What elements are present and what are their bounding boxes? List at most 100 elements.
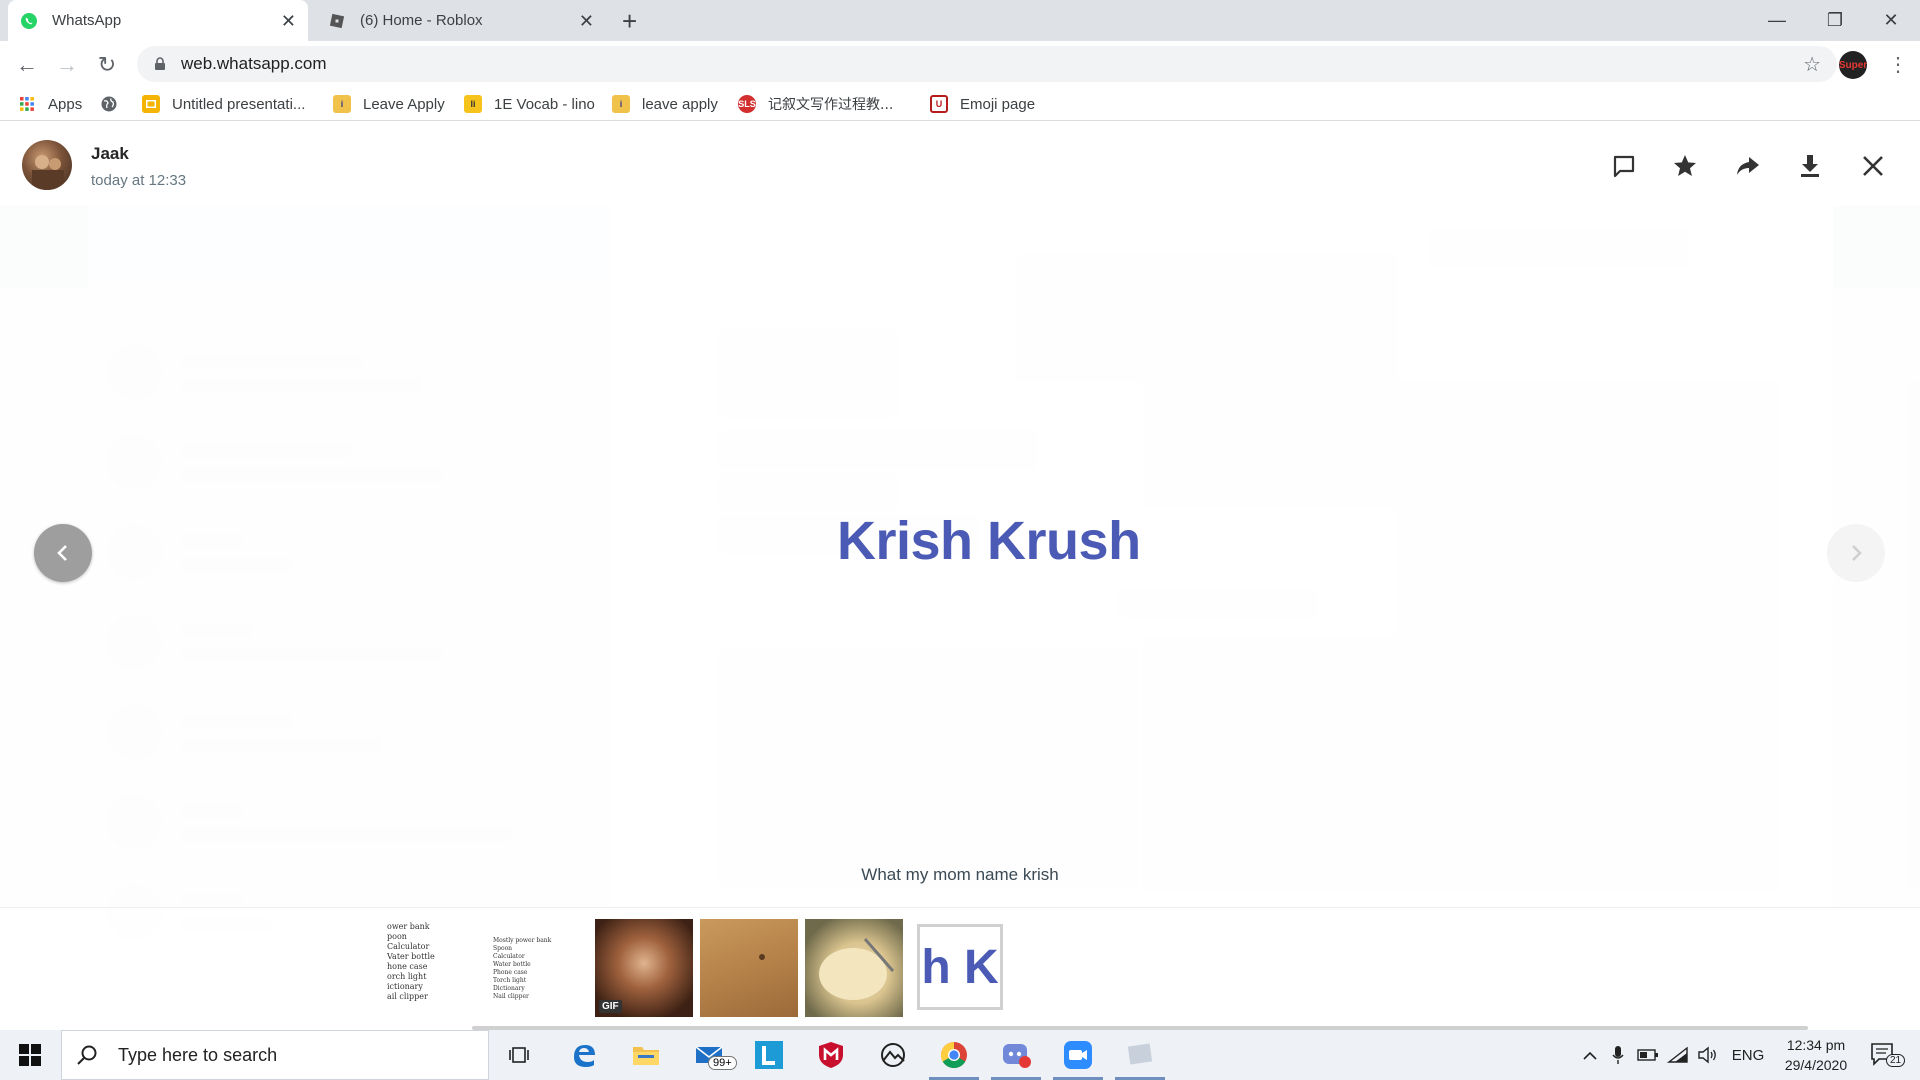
chrome-menu-icon[interactable]: ⋮ (1888, 52, 1908, 77)
zoom-icon[interactable] (1049, 1030, 1107, 1080)
show-hidden-icons-chevron-icon[interactable] (1578, 1030, 1602, 1080)
back-button[interactable]: ← (12, 50, 42, 80)
address-bar[interactable]: web.whatsapp.com ☆ (137, 46, 1837, 82)
bookmark-leave-apply-2[interactable]: i leave apply (612, 93, 718, 115)
thumbnail-document[interactable]: ower bank poon Calculator Vater bottle h… (384, 919, 482, 1017)
close-tab-icon[interactable]: ✕ (579, 11, 594, 32)
browser-tab-strip: WhatsApp ✕ (6) Home - Roblox ✕ + — ❐ ✕ (0, 0, 1920, 41)
chrome-icon[interactable] (925, 1030, 983, 1080)
profile-avatar[interactable]: Super (1839, 51, 1867, 79)
lino-icon: li (464, 95, 482, 113)
thumbnail-photo[interactable] (805, 919, 903, 1017)
media-caption: What my mom name krish (861, 865, 1059, 884)
bookmark-writing-course[interactable]: SLS 记叙文写作过程教... (738, 93, 893, 115)
bookmark-globe[interactable] (100, 93, 130, 115)
sender-avatar[interactable] (22, 140, 72, 190)
bookmark-apps[interactable]: Apps (18, 93, 82, 115)
sls-icon: SLS (738, 95, 756, 113)
roblox-app-icon[interactable] (1111, 1030, 1169, 1080)
bookmark-star-icon[interactable]: ☆ (1803, 52, 1821, 77)
maximize-button[interactable]: ❐ (1806, 0, 1864, 41)
action-center-icon[interactable]: 21 (1868, 1040, 1906, 1070)
microphone-icon[interactable] (1606, 1030, 1630, 1080)
close-icon[interactable] (1853, 146, 1893, 186)
start-button[interactable] (0, 1030, 60, 1080)
roblox-icon (328, 12, 346, 30)
thumbnail-text: Nail clipper (493, 993, 529, 1000)
thumbnail-text: ail clipper (387, 992, 428, 1001)
thumbnail-text: orch light (387, 972, 427, 981)
sender-name: Jaak (91, 144, 129, 163)
next-media-button[interactable] (1827, 524, 1885, 582)
wifi-icon[interactable] (1665, 1030, 1691, 1080)
thumbnail-photo[interactable] (700, 919, 798, 1017)
input-language[interactable]: ENG (1728, 1030, 1768, 1080)
edge-icon[interactable] (555, 1030, 613, 1080)
thumbnail-text: Vater bottle (387, 952, 435, 961)
thumbnail-text: Phone case (493, 969, 528, 976)
thumbnail-text: Mostly power bank (493, 937, 552, 944)
forward-button[interactable]: → (52, 50, 82, 80)
folder-info-icon: i (333, 95, 351, 113)
thumbnail-text: Water bottle (493, 961, 531, 968)
bookmark-label: Leave Apply (363, 95, 445, 113)
tab-title: (6) Home - Roblox (360, 12, 483, 29)
close-tab-icon[interactable]: ✕ (281, 11, 296, 32)
bookmark-untitled-presentation[interactable]: Untitled presentati... (142, 93, 305, 115)
tab-roblox[interactable]: (6) Home - Roblox ✕ (316, 0, 606, 41)
mail-icon[interactable]: 99+ (680, 1030, 738, 1080)
reply-icon[interactable] (1604, 146, 1644, 186)
bookmark-label: leave apply (642, 95, 718, 113)
bookmark-label: 记叙文写作过程教... (768, 97, 894, 113)
emoji-page-icon: U (930, 95, 948, 113)
minimize-button[interactable]: — (1748, 0, 1806, 41)
bookmark-leave-apply[interactable]: i Leave Apply (333, 93, 445, 115)
reload-button[interactable]: ↻ (92, 50, 122, 80)
thumbnail-text: Torch light (493, 977, 527, 984)
battery-icon[interactable] (1636, 1030, 1660, 1080)
bookmark-label: 1E Vocab - lino (494, 95, 595, 113)
lino-app-icon[interactable] (740, 1030, 798, 1080)
thumbnail-text: Dictionary (493, 985, 525, 992)
thumbnail-gif[interactable]: GIF (595, 919, 693, 1017)
tab-whatsapp[interactable]: WhatsApp ✕ (8, 0, 308, 41)
bookmark-label: Emoji page (960, 95, 1036, 113)
slides-icon (142, 95, 160, 113)
close-window-button[interactable]: ✕ (1862, 0, 1920, 41)
apps-grid-icon (18, 95, 36, 113)
task-view-icon[interactable] (490, 1030, 548, 1080)
volume-icon[interactable] (1695, 1030, 1721, 1080)
new-tab-button[interactable]: + (622, 6, 637, 37)
thumbnail-document[interactable]: Mostly power bank Spoon Calculator Water… (490, 919, 588, 1017)
bookmark-label: Apps (48, 95, 83, 113)
download-icon[interactable] (1790, 146, 1830, 186)
message-timestamp: today at 12:33 (91, 172, 187, 189)
media-viewer-overlay (0, 128, 1920, 1028)
thumbnail-text: Calculator (387, 942, 430, 951)
system-clock[interactable]: 12:34 pm 29/4/2020 (1766, 1035, 1866, 1075)
thumbnail-text: ower bank (387, 922, 430, 931)
windows-icon (19, 1044, 41, 1066)
mcafee-icon[interactable] (802, 1030, 860, 1080)
photos-app-icon[interactable] (864, 1030, 922, 1080)
thumbnail-text: hone case (387, 962, 428, 971)
media-thumbnail-strip: ower bank poon Calculator Vater bottle h… (0, 907, 1920, 1028)
whatsapp-icon (20, 12, 38, 30)
thumbnail-text: ictionary (387, 982, 423, 991)
mail-unread-badge: 99+ (708, 1056, 737, 1070)
previous-media-button[interactable] (34, 524, 92, 582)
media-viewer-header: Jaak today at 12:33 (0, 128, 1920, 206)
file-explorer-icon[interactable] (617, 1030, 675, 1080)
clock-time: 12:34 pm (1786, 1037, 1846, 1053)
discord-icon[interactable] (987, 1030, 1045, 1080)
bookmark-emoji-page[interactable]: U Emoji page (930, 93, 1035, 115)
bookmark-1e-vocab[interactable]: li 1E Vocab - lino (464, 93, 595, 115)
media-image-text: Krish Krush (837, 511, 1141, 571)
thumbnail-text: poon (387, 932, 407, 941)
taskbar-search[interactable]: Type here to search (61, 1030, 489, 1080)
search-placeholder: Type here to search (118, 1044, 278, 1065)
forward-icon[interactable] (1728, 146, 1768, 186)
url-text: web.whatsapp.com (181, 54, 327, 73)
thumbnail-selected[interactable]: h K (917, 924, 1003, 1010)
star-icon[interactable] (1665, 146, 1705, 186)
